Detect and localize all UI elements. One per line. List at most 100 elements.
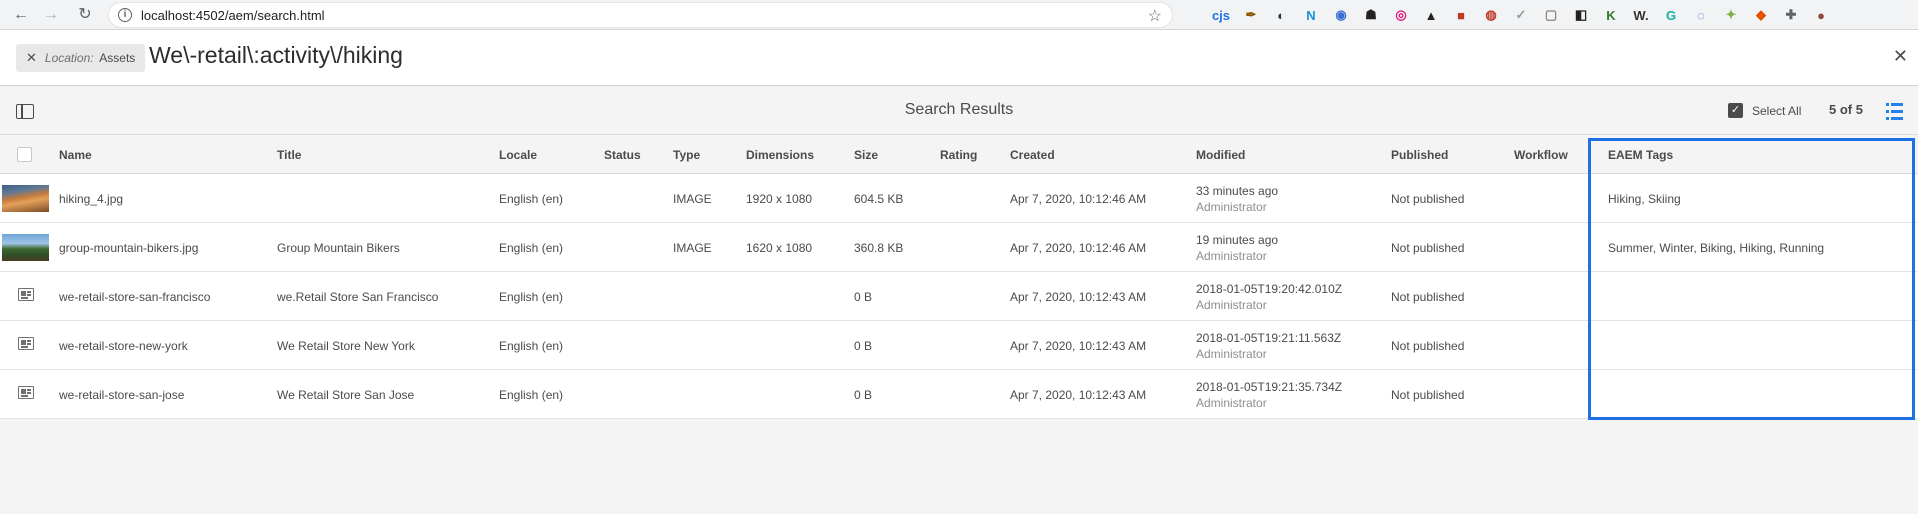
list-view-icon[interactable] [1886,103,1903,120]
extension-icon[interactable]: ◌ [1690,4,1712,26]
cell-created: Apr 7, 2020, 10:12:43 AM [1010,388,1147,402]
extension-icon[interactable]: ✒ [1240,4,1262,26]
back-arrow-icon[interactable]: ← [10,4,32,26]
address-url: localhost:4502/aem/search.html [141,8,325,23]
modified-by: Administrator [1196,200,1267,214]
extension-icon[interactable]: ◍ [1480,4,1502,26]
column-eaem-tags-header[interactable]: EAEM Tags [1608,148,1673,162]
cell-title: We Retail Store New York [277,339,415,353]
extension-icon[interactable]: ✦ [1720,4,1742,26]
extension-icon[interactable]: ◆ [1750,4,1772,26]
page-icon[interactable] [18,386,34,399]
extension-icon[interactable]: ● [1810,4,1832,26]
extension-icon[interactable]: W. [1630,4,1652,26]
table-row[interactable]: hiking_4.jpg English (en) IMAGE 1920 x 1080… [0,174,1918,223]
cell-name[interactable]: we-retail-store-san-francisco [59,290,210,304]
extension-icon[interactable]: ▢ [1540,4,1562,26]
cell-created: Apr 7, 2020, 10:12:46 AM [1010,241,1147,255]
asset-thumbnail[interactable] [2,234,49,261]
column-size-header[interactable]: Size [854,148,878,162]
action-bar: Search Results ✓ Select All 5 of 5 [0,87,1918,135]
extension-icon[interactable]: ✚ [1780,4,1802,26]
select-all-checkbox[interactable] [17,147,32,162]
address-bar[interactable]: i localhost:4502/aem/search.html ☆ [108,2,1173,28]
result-count: 5 of 5 [1829,102,1863,117]
cell-name[interactable]: hiking_4.jpg [59,192,123,206]
extension-icon[interactable]: K [1600,4,1622,26]
extension-icon[interactable]: ■ [1450,4,1472,26]
cell-name[interactable]: we-retail-store-new-york [59,339,188,353]
select-all-button[interactable]: ✓ Select All [1728,103,1801,118]
column-dimensions-header[interactable]: Dimensions [746,148,814,162]
cell-modified: 2018-01-05T19:20:42.010Z Administrator [1196,281,1342,313]
modified-time: 19 minutes ago [1196,233,1279,247]
location-tag[interactable]: ✕ Location: Assets [16,44,146,72]
extensions-bar: cjs ✒ ◐ N ◉ ☗ ◎ ▲ ■ ◍ ✓ ▢ ◧ K W. G ◌ ✦ ◆ ✚ ● [1210,4,1832,26]
cell-published: Not published [1391,241,1465,255]
extension-icon[interactable]: ☗ [1360,4,1382,26]
column-title-header[interactable]: Title [277,148,301,162]
cell-locale: English (en) [499,192,564,206]
cell-title: We Retail Store San Jose [277,388,415,402]
table-header: Name Title Locale Status Type Dimensions Size R… [0,136,1918,174]
results-table: Name Title Locale Status Type Dimensions Size R… [0,136,1918,419]
asset-thumbnail[interactable] [2,185,49,212]
cell-title: we.Retail Store San Francisco [277,290,439,304]
cell-modified: 19 minutes ago Administrator [1196,232,1278,264]
column-type-header[interactable]: Type [673,148,700,162]
page-icon[interactable] [18,288,34,301]
extension-icon[interactable]: ◧ [1570,4,1592,26]
column-name-header[interactable]: Name [59,148,92,162]
extension-icon[interactable]: N [1300,4,1322,26]
cell-tags: Hiking, Skiing [1608,192,1681,206]
extension-icon[interactable]: ✓ [1510,4,1532,26]
column-locale-header[interactable]: Locale [499,148,537,162]
cell-size: 0 B [854,339,873,353]
extension-icon[interactable]: G [1660,4,1682,26]
extension-icon[interactable]: ▲ [1420,4,1442,26]
bookmark-star-icon[interactable]: ☆ [1148,6,1162,26]
extension-icon[interactable]: ◉ [1330,4,1352,26]
page-icon[interactable] [18,337,34,350]
forward-arrow-icon[interactable]: → [40,4,62,26]
modified-time: 33 minutes ago [1196,184,1279,198]
checkbox-icon: ✓ [1728,103,1743,118]
modified-time: 2018-01-05T19:20:42.010Z [1196,282,1343,296]
reload-icon[interactable]: ↻ [74,4,96,26]
column-status-header[interactable]: Status [604,148,641,162]
remove-tag-icon[interactable]: ✕ [26,50,37,65]
extension-icon[interactable]: cjs [1210,4,1232,26]
modified-by: Administrator [1196,249,1267,263]
column-modified-header[interactable]: Modified [1196,148,1245,162]
browser-toolbar: ← → ↻ i localhost:4502/aem/search.html ☆… [0,0,1918,30]
extension-icon[interactable]: ◎ [1390,4,1412,26]
table-body: hiking_4.jpg English (en) IMAGE 1920 x 1080… [0,174,1918,419]
cell-title: Group Mountain Bikers [277,241,400,255]
cell-name[interactable]: we-retail-store-san-jose [59,388,184,402]
close-search-icon[interactable]: ✕ [1893,46,1908,67]
cell-size: 360.8 KB [854,241,904,255]
site-info-icon[interactable]: i [118,8,132,22]
table-row[interactable]: we-retail-store-san-francisco we.Retail S… [0,272,1918,321]
cell-locale: English (en) [499,339,564,353]
column-workflow-header[interactable]: Workflow [1514,148,1568,162]
search-query-input[interactable]: We\-retail\:activity\/hiking [149,42,403,69]
cell-tags: Summer, Winter, Biking, Hiking, Running [1608,241,1825,255]
table-row[interactable]: we-retail-store-san-jose We Retail Store … [0,370,1918,419]
column-published-header[interactable]: Published [1391,148,1448,162]
table-row[interactable]: group-mountain-bikers.jpg Group Mountain … [0,223,1918,272]
cell-published: Not published [1391,192,1465,206]
column-rating-header[interactable]: Rating [940,148,977,162]
column-created-header[interactable]: Created [1010,148,1055,162]
omnisearch-bar: ✕ Location: Assets We\-retail\:activity\/… [0,30,1918,86]
extension-icon[interactable]: ◐ [1270,4,1292,26]
modified-by: Administrator [1196,396,1267,410]
cell-dimensions: 1920 x 1080 [746,192,813,206]
table-row[interactable]: we-retail-store-new-york We Retail Store … [0,321,1918,370]
cell-dimensions: 1620 x 1080 [746,241,813,255]
cell-modified: 33 minutes ago Administrator [1196,183,1278,215]
cell-published: Not published [1391,388,1465,402]
cell-name[interactable]: group-mountain-bikers.jpg [59,241,198,255]
page-title: Search Results [904,101,1014,118]
cell-created: Apr 7, 2020, 10:12:43 AM [1010,290,1147,304]
